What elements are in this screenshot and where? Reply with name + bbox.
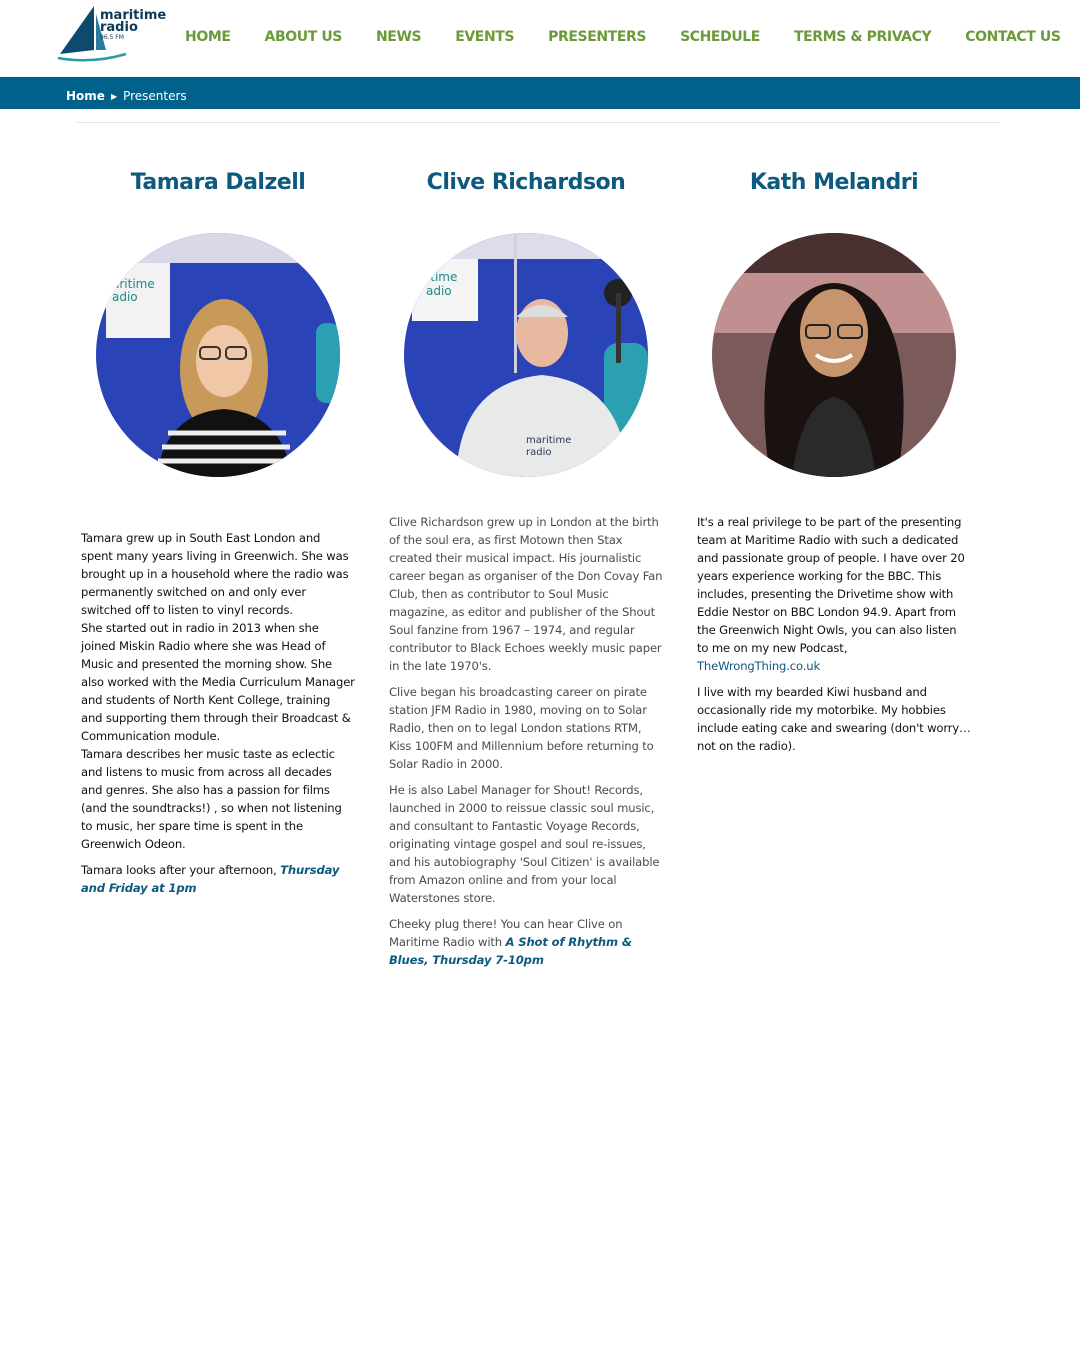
nav-contact-us[interactable]: CONTACT US [965,29,1061,45]
nav-home[interactable]: HOME [185,29,231,45]
presenter-card-kath: Kath Melandri It's a real privilege to b… [697,170,971,763]
svg-text:maritime: maritime [526,435,571,446]
svg-text:aritime: aritime [112,277,155,291]
presenter-bio: Clive Richardson grew up in London at th… [389,513,663,969]
svg-text:adio: adio [426,284,452,298]
presenter-name: Tamara Dalzell [130,170,306,195]
presenter-bio: It's a real privilege to be part of the … [697,513,971,755]
nav-news[interactable]: NEWS [376,29,422,45]
svg-text:radio: radio [526,447,551,458]
breadcrumb-home-link[interactable]: Home [66,89,105,103]
nav-about-us[interactable]: ABOUT US [265,29,343,45]
nav-terms-privacy[interactable]: TERMS & PRIVACY [794,29,932,45]
presenter-name: Clive Richardson [426,170,626,195]
breadcrumb-separator-icon: ▶ [110,91,118,101]
bio-paragraph: I live with my bearded Kiwi husband and … [697,685,971,753]
nav-presenters[interactable]: PRESENTERS [548,29,646,45]
presenter-photo [712,233,956,477]
breadcrumb-current: Presenters [123,89,187,103]
presenter-name: Kath Melandri [749,170,919,195]
site-header: maritime radio 96.5 FM HOME ABOUT US NEW… [0,0,1080,76]
main-nav: HOME ABOUT US NEWS EVENTS PRESENTERS SCH… [185,29,1061,45]
logo-wordmark: maritime radio 96.5 FM [100,8,167,41]
presenter-bio: Tamara grew up in South East London and … [81,529,355,897]
presenter-photo: ritime adio maritime radio [404,233,648,477]
bio-paragraph: Tamara grew up in South East London and … [81,531,349,617]
presenter-photo: aritime adio [96,233,340,477]
bio-closing: Tamara looks after your afternoon, Thurs… [81,863,340,895]
presenter-card-tamara: Tamara Dalzell aritime adio Tamara grew … [81,170,355,905]
nav-schedule[interactable]: SCHEDULE [680,29,760,45]
bio-paragraph: Clive Richardson grew up in London at th… [389,515,663,673]
podcast-link[interactable]: TheWrongThing.co.uk [697,659,820,673]
bio-paragraph: He is also Label Manager for Shout! Reco… [389,783,660,905]
nav-events[interactable]: EVENTS [455,29,514,45]
svg-text:adio: adio [112,290,138,304]
bio-paragraph: Tamara describes her music taste as ecle… [81,747,342,851]
svg-text:ritime: ritime [422,270,457,284]
breadcrumb: Home ▶ Presenters [66,89,187,103]
maritime-radio-logo[interactable]: maritime radio 96.5 FM [56,4,168,64]
bio-paragraph: It's a real privilege to be part of the … [697,515,965,673]
presenter-card-clive: Clive Richardson ritime adio maritime ra… [389,170,663,977]
bio-paragraph: Clive began his broadcasting career on p… [389,685,654,771]
bio-closing: Cheeky plug there! You can hear Clive on… [389,917,632,967]
bio-paragraph: She started out in radio in 2013 when sh… [81,621,355,743]
content-divider [76,122,1000,123]
